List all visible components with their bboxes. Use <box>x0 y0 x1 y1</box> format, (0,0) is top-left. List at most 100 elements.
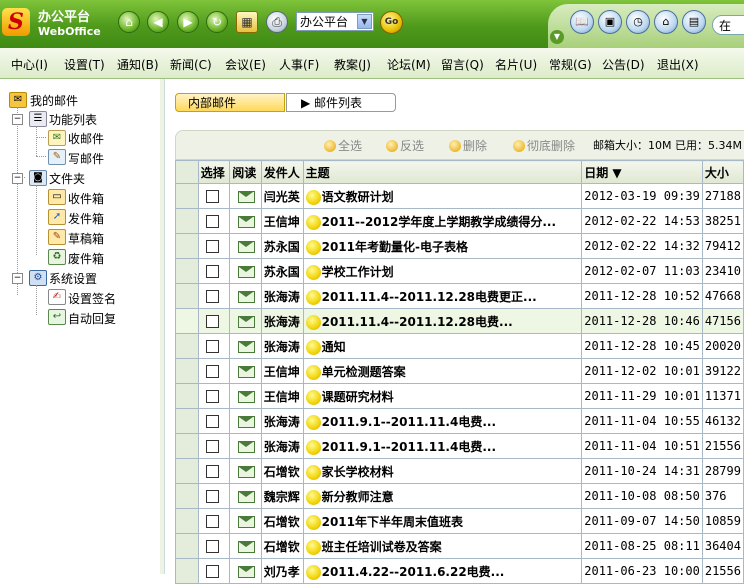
row-subject[interactable]: 2011年考勤量化-电子表格 <box>322 240 468 254</box>
table-row[interactable]: 苏永国 2011年考勤量化-电子表格 2012-02-22 14:32 7941… <box>175 233 744 259</box>
envelope-icon[interactable] <box>238 365 256 378</box>
quick-search-input[interactable]: 在 <box>712 15 744 35</box>
row-subject-cell[interactable]: 单元检测题答案 <box>302 358 583 384</box>
purge-button[interactable]: 彻底删除 <box>513 137 575 154</box>
envelope-icon[interactable] <box>238 215 256 228</box>
row-sender[interactable]: 魏宗辉 <box>260 483 304 509</box>
col-date-header[interactable]: 日期 ▼ <box>581 160 703 184</box>
row-sender[interactable]: 王信坤 <box>260 358 304 384</box>
menu-message[interactable]: 留言(Q) <box>441 56 484 73</box>
go-button[interactable]: Go <box>380 11 403 34</box>
row-sender[interactable]: 苏永国 <box>260 233 304 259</box>
table-row[interactable]: 闫光英 语文教研计划 2012-03-19 09:39 27188 <box>175 183 744 209</box>
row-subject[interactable]: 2011.4.22--2011.6.22电费... <box>322 565 505 579</box>
tree-group-system-settings[interactable]: 系统设置 <box>49 270 97 287</box>
envelope-icon[interactable] <box>238 440 256 453</box>
menu-forum[interactable]: 论坛(M) <box>387 56 431 73</box>
row-checkbox[interactable] <box>205 315 219 328</box>
print-icon[interactable]: ⎙ <box>266 11 288 33</box>
menu-general[interactable]: 常规(G) <box>549 56 592 73</box>
table-row[interactable]: 石增钦 班主任培训试卷及答案 2011-08-25 08:11 36404 <box>175 533 744 559</box>
row-subject[interactable]: 家长学校材料 <box>322 465 394 479</box>
tree-group-folders[interactable]: 文件夹 <box>49 170 85 187</box>
row-sender[interactable]: 张海涛 <box>260 283 304 309</box>
row-subject-cell[interactable]: 2011年下半年周末值班表 <box>302 508 583 534</box>
menu-announcement[interactable]: 公告(D) <box>602 56 645 73</box>
collapse-icon[interactable]: − <box>12 114 23 125</box>
row-subject[interactable]: 学校工作计划 <box>322 265 394 279</box>
row-sender[interactable]: 石增钦 <box>260 508 304 534</box>
row-checkbox[interactable] <box>205 190 219 203</box>
row-sender[interactable]: 王信坤 <box>260 208 304 234</box>
row-checkbox[interactable] <box>205 465 219 478</box>
refresh-icon[interactable]: ↻ <box>206 11 228 33</box>
table-row[interactable]: 张海涛 通知 2011-12-28 10:45 20020 <box>175 333 744 359</box>
table-row[interactable]: 张海涛 2011.9.1--2011.11.4电费... 2011-11-04 … <box>175 408 744 434</box>
menu-exit[interactable]: 退出(X) <box>657 56 699 73</box>
table-row[interactable]: 苏永国 学校工作计划 2012-02-07 11:03 23410 <box>175 258 744 284</box>
menu-meeting[interactable]: 会议(E) <box>225 56 266 73</box>
row-checkbox[interactable] <box>205 390 219 403</box>
house-icon[interactable]: ⌂ <box>654 10 678 34</box>
row-subject-cell[interactable]: 2011--2012学年度上学期教学成绩得分... <box>302 208 583 234</box>
row-checkbox[interactable] <box>205 440 219 453</box>
collapse-icon[interactable]: − <box>12 273 23 284</box>
row-checkbox[interactable] <box>205 265 219 278</box>
row-subject-cell[interactable]: 新分教师注意 <box>302 483 583 509</box>
col-sender-header[interactable]: 发件人 <box>260 160 304 184</box>
row-sender[interactable]: 张海涛 <box>260 408 304 434</box>
row-subject[interactable]: 通知 <box>322 340 346 354</box>
delete-button[interactable]: 删除 <box>449 137 487 154</box>
envelope-icon[interactable] <box>238 240 256 253</box>
row-sender[interactable]: 闫光英 <box>260 183 304 209</box>
table-row[interactable]: 魏宗辉 新分教师注意 2011-10-08 08:50 376 <box>175 483 744 509</box>
row-subject[interactable]: 2011--2012学年度上学期教学成绩得分... <box>322 215 556 229</box>
book-icon[interactable]: 📖 <box>570 10 594 34</box>
row-checkbox[interactable] <box>205 365 219 378</box>
row-subject-cell[interactable]: 课题研究材料 <box>302 383 583 409</box>
row-checkbox[interactable] <box>205 540 219 553</box>
row-checkbox[interactable] <box>205 215 219 228</box>
quickbar-dropdown-icon[interactable]: ▼ <box>550 30 564 44</box>
tree-item-receive-mail[interactable]: 收邮件 <box>68 130 104 147</box>
tree-item-auto-reply[interactable]: 自动回复 <box>68 310 116 327</box>
table-row[interactable]: 王信坤 2011--2012学年度上学期教学成绩得分... 2012-02-22… <box>175 208 744 234</box>
pane-splitter[interactable] <box>160 79 165 574</box>
table-row[interactable]: 张海涛 2011.11.4--2011.12.28电费... 2011-12-2… <box>175 308 744 334</box>
envelope-icon[interactable] <box>238 565 256 578</box>
col-size-header[interactable]: 大小 <box>701 160 744 184</box>
table-row[interactable]: 王信坤 单元检测题答案 2011-12-02 10:01 39122 <box>175 358 744 384</box>
row-subject-cell[interactable]: 通知 <box>302 333 583 359</box>
row-checkbox[interactable] <box>205 490 219 503</box>
row-subject[interactable]: 2011.11.4--2011.12.28电费更正... <box>322 290 537 304</box>
platform-select[interactable]: 办公平台 ▼ <box>296 12 374 31</box>
menu-news[interactable]: 新闻(C) <box>170 56 212 73</box>
clock-icon[interactable]: ◷ <box>626 10 650 34</box>
row-subject[interactable]: 语文教研计划 <box>322 190 394 204</box>
row-subject[interactable]: 2011.9.1--2011.11.4电费... <box>322 440 496 454</box>
envelope-icon[interactable] <box>238 490 256 503</box>
row-subject[interactable]: 单元检测题答案 <box>322 365 406 379</box>
envelope-icon[interactable] <box>238 465 256 478</box>
envelope-icon[interactable] <box>238 390 256 403</box>
envelope-icon[interactable] <box>238 415 256 428</box>
row-checkbox[interactable] <box>205 340 219 353</box>
row-sender[interactable]: 苏永国 <box>260 258 304 284</box>
envelope-icon[interactable] <box>238 190 256 203</box>
notebook-icon[interactable]: ▤ <box>682 10 706 34</box>
tree-item-signature[interactable]: 设置签名 <box>68 290 116 307</box>
col-subject-header[interactable]: 主题 <box>302 160 583 184</box>
tree-item-write-mail[interactable]: 写邮件 <box>68 150 104 167</box>
row-subject-cell[interactable]: 2011.4.22--2011.6.22电费... <box>302 558 583 584</box>
menu-settings[interactable]: 设置(T) <box>64 56 105 73</box>
row-sender[interactable]: 张海涛 <box>260 433 304 459</box>
row-subject-cell[interactable]: 家长学校材料 <box>302 458 583 484</box>
envelope-icon[interactable] <box>238 515 256 528</box>
row-checkbox[interactable] <box>205 240 219 253</box>
row-subject-cell[interactable]: 2011.9.1--2011.11.4电费... <box>302 408 583 434</box>
chevron-down-icon[interactable]: ▼ <box>357 14 372 29</box>
row-subject-cell[interactable]: 2011.11.4--2011.12.28电费更正... <box>302 283 583 309</box>
menu-notice[interactable]: 通知(B) <box>117 56 159 73</box>
row-subject[interactable]: 新分教师注意 <box>322 490 394 504</box>
table-row[interactable]: 石增钦 家长学校材料 2011-10-24 14:31 28799 <box>175 458 744 484</box>
